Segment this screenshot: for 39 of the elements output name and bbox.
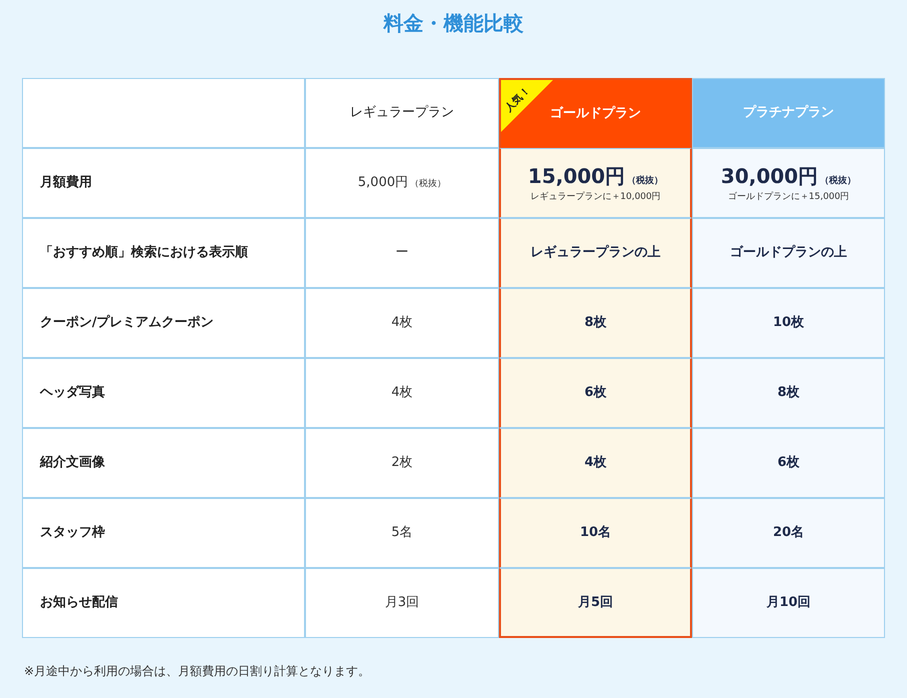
cell-value: 10名 (580, 524, 612, 542)
cell-value: 月10回 (766, 594, 811, 612)
cell-value: 4枚 (584, 454, 607, 472)
cell-value: 2枚 (391, 454, 413, 472)
footnote: ※月途中から利用の場合は、月額費用の日割り計算となります。 (24, 663, 370, 680)
row-label: お知らせ配信 (22, 568, 305, 638)
price-difference: ゴールドプランに＋15,000円 (728, 191, 850, 204)
tax-note: （税抜） (627, 175, 664, 188)
cell-value: 8枚 (584, 314, 607, 332)
row-label: 「おすすめ順」検索における表示順 (22, 218, 305, 288)
row-label: 紹介文画像 (22, 428, 305, 498)
row-label: クーポン/プレミアムクーポン (22, 288, 305, 358)
plan-name: レギュラープラン (350, 104, 454, 122)
cell-value: ー (396, 244, 408, 262)
cell-value: 4枚 (391, 314, 413, 332)
page-title: 料金・機能比較 (384, 10, 524, 37)
popular-badge: 人気！ (501, 80, 553, 132)
plan-name: プラチナプラン (743, 104, 834, 122)
cell-value: レギュラープランの上 (530, 244, 660, 262)
cell-value: 10枚 (772, 314, 804, 332)
cell-value: 6枚 (584, 384, 607, 402)
cell-value: 5名 (391, 524, 413, 542)
cell-value: 月3回 (384, 594, 420, 612)
cell-value: 4枚 (391, 384, 413, 402)
cell-value: 15,000円 (528, 163, 626, 190)
cell-value: ゴールドプランの上 (730, 244, 847, 262)
cell-value: 5,000円 (358, 174, 408, 192)
row-label: ヘッダ写真 (22, 358, 305, 428)
row-label: スタッフ枠 (22, 498, 305, 568)
plan-name: ゴールドプラン (550, 104, 641, 124)
tax-note: （税抜） (820, 175, 856, 188)
cell-value: 20名 (772, 524, 804, 542)
cell-value: 月5回 (578, 594, 614, 612)
cell-value: 8枚 (777, 384, 800, 402)
price-difference: レギュラープランに＋10,000円 (530, 191, 661, 204)
tax-note: （税抜） (410, 178, 446, 192)
row-label: 月額費用 (22, 148, 305, 218)
cell-value: 6枚 (777, 454, 800, 472)
cell-value: 30,000円 (720, 163, 818, 190)
